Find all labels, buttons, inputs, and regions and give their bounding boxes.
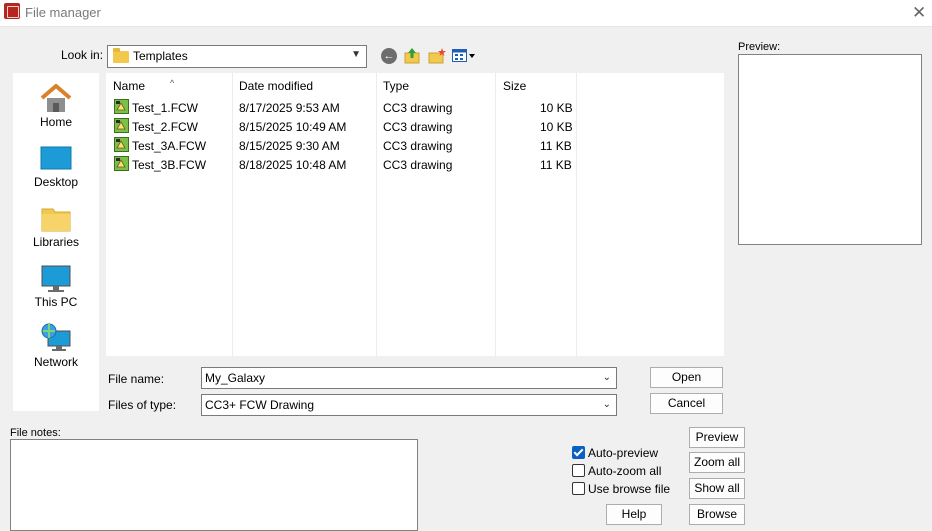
place-label: Network: [33, 355, 78, 369]
title-bar: File manager ✕: [0, 0, 932, 27]
file-size: 11 KB: [540, 139, 572, 153]
file-size: 10 KB: [540, 120, 573, 134]
file-date: 8/18/2025 10:48 AM: [239, 158, 347, 172]
file-type: CC3 drawing: [383, 139, 453, 153]
file-row[interactable]: Test_3B.FCW 8/18/2025 10:48 AM CC3 drawi…: [106, 155, 724, 174]
auto-zoom-checkbox[interactable]: [572, 464, 585, 477]
file-date: 8/17/2025 9:53 AM: [239, 101, 340, 115]
app-icon: [4, 3, 20, 19]
file-name: Test_1.FCW: [132, 101, 199, 115]
preview-button-label: Preview: [695, 430, 739, 444]
home-icon: [40, 84, 72, 112]
browse-button-label: Browse: [696, 507, 737, 521]
place-label: Home: [39, 115, 72, 129]
column-header-name[interactable]: ^ Name: [113, 78, 231, 93]
auto-zoom-label[interactable]: Auto-zoom all: [588, 464, 661, 478]
lookin-value: Templates: [133, 49, 188, 63]
back-icon[interactable]: ←: [381, 48, 397, 64]
zoom-all-button-label: Zoom all: [693, 455, 740, 469]
fcw-file-icon: [114, 99, 129, 114]
desktop-icon: [40, 146, 72, 170]
file-name: Test_2.FCW: [132, 120, 199, 134]
file-name: Test_3A.FCW: [132, 139, 207, 153]
filetype-value: CC3+ FCW Drawing: [205, 398, 315, 412]
place-network[interactable]: Network: [13, 317, 99, 375]
place-libraries[interactable]: Libraries: [13, 197, 99, 255]
chevron-down-icon[interactable]: ⌄: [603, 399, 611, 410]
open-button-label: Open: [671, 370, 702, 384]
column-header-size[interactable]: Size: [503, 79, 526, 93]
fcw-file-icon: [114, 137, 129, 152]
window-title: File manager: [25, 5, 101, 20]
libraries-icon: [41, 208, 71, 232]
browse-file-label[interactable]: Use browse file: [588, 482, 670, 496]
cancel-button[interactable]: Cancel: [650, 393, 723, 414]
zoom-all-button[interactable]: Zoom all: [689, 452, 745, 473]
file-type: CC3 drawing: [383, 101, 453, 115]
chevron-down-icon[interactable]: ⌄: [603, 372, 611, 383]
filename-value: My_Galaxy: [205, 371, 266, 385]
filename-combo[interactable]: My_Galaxy ⌄: [201, 367, 617, 389]
auto-preview-label[interactable]: Auto-preview: [588, 446, 658, 460]
column-header-date[interactable]: Date modified: [239, 79, 313, 93]
chevron-down-icon: ▼: [351, 49, 361, 60]
browse-file-checkbox[interactable]: [572, 482, 585, 495]
place-label: This PC: [34, 295, 78, 309]
place-desktop[interactable]: Desktop: [13, 137, 99, 195]
preview-label: Preview:: [738, 41, 781, 53]
file-type: CC3 drawing: [383, 120, 453, 134]
place-label: Desktop: [33, 175, 79, 189]
new-folder-icon[interactable]: [428, 47, 446, 64]
notes-textarea[interactable]: [10, 439, 418, 531]
place-home[interactable]: Home: [13, 77, 99, 135]
network-icon: [41, 323, 71, 351]
close-icon[interactable]: ✕: [912, 3, 926, 23]
column-header-type[interactable]: Type: [383, 79, 409, 93]
show-all-button[interactable]: Show all: [689, 478, 745, 499]
file-name: Test_3B.FCW: [132, 158, 207, 172]
notes-label: File notes:: [10, 427, 61, 439]
places-bar: Home Desktop Libraries This PC Network: [13, 73, 99, 411]
show-all-button-label: Show all: [694, 481, 740, 495]
place-this-pc[interactable]: This PC: [13, 257, 99, 315]
cancel-button-label: Cancel: [667, 396, 706, 410]
file-date: 8/15/2025 10:49 AM: [239, 120, 347, 134]
file-row[interactable]: Test_2.FCW 8/15/2025 10:49 AM CC3 drawin…: [106, 117, 724, 136]
computer-icon: [41, 265, 71, 292]
preview-button[interactable]: Preview: [689, 427, 745, 448]
file-type: CC3 drawing: [383, 158, 453, 172]
folder-icon: [113, 48, 129, 63]
file-row[interactable]: Test_1.FCW 8/17/2025 9:53 AM CC3 drawing…: [106, 98, 724, 117]
lookin-combo[interactable]: Templates ▼: [107, 45, 367, 68]
view-menu-icon[interactable]: [452, 48, 476, 64]
fcw-file-icon: [114, 118, 129, 133]
file-list[interactable]: ^ Name Date modified Type Size Test_1.FC…: [106, 73, 724, 356]
file-size: 10 KB: [540, 101, 573, 115]
preview-pane: [738, 54, 922, 245]
lookin-label: Look in:: [61, 48, 104, 62]
file-row[interactable]: Test_3A.FCW 8/15/2025 9:30 AM CC3 drawin…: [106, 136, 724, 155]
file-date: 8/15/2025 9:30 AM: [239, 139, 340, 153]
filetype-combo[interactable]: CC3+ FCW Drawing ⌄: [201, 394, 617, 416]
fcw-file-icon: [114, 156, 129, 171]
up-folder-icon[interactable]: [404, 47, 420, 64]
auto-preview-checkbox[interactable]: [572, 446, 585, 459]
open-button[interactable]: Open: [650, 367, 723, 388]
filename-label: File name:: [108, 372, 165, 386]
help-button-label: Help: [621, 507, 647, 521]
file-size: 11 KB: [540, 158, 572, 172]
filetype-label: Files of type:: [108, 398, 177, 412]
sort-ascending-icon: ^: [170, 78, 175, 88]
place-label: Libraries: [32, 235, 80, 249]
column-header-label: Name: [113, 79, 146, 93]
